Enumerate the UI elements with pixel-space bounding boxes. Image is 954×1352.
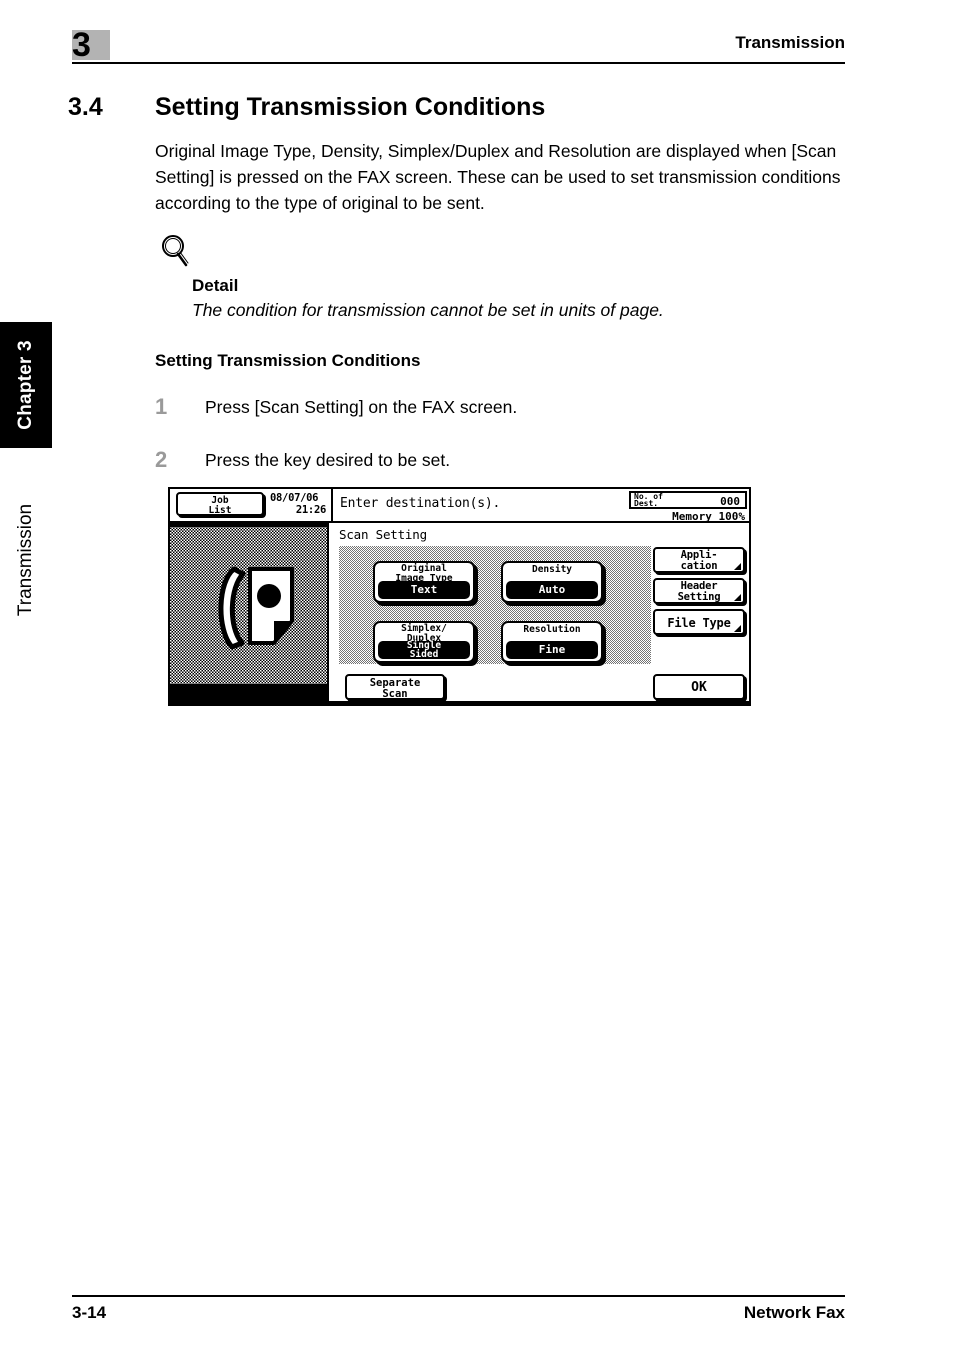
application-button[interactable]: Appli- cation (653, 547, 745, 573)
lcd-prompt-text: Enter destination(s). (340, 496, 501, 511)
step-number: 2 (155, 447, 168, 472)
lcd-date: 08/07/06 (270, 492, 319, 504)
chapter-number: 3 (72, 26, 91, 64)
lcd-preview-panel (170, 523, 329, 704)
chapter-side-caption: Transmission (0, 470, 52, 650)
lcd-time: 21:26 (295, 504, 326, 516)
job-list-label-line2: List (208, 505, 232, 516)
magnifier-icon (160, 234, 190, 268)
density-value: Auto (506, 581, 598, 599)
step-text: Press [Scan Setting] on the FAX screen. (205, 397, 518, 417)
header-rule (72, 62, 845, 64)
job-list-button[interactable]: Job List (176, 492, 264, 516)
resolution-button[interactable]: Resolution Fine (501, 621, 603, 663)
file-type-label: File Type (667, 616, 731, 630)
dest-count-value: 000 (720, 495, 740, 508)
page-number: 3-14 (72, 1303, 107, 1322)
simplex-duplex-value-line2: Sided (409, 649, 439, 660)
submenu-corner-icon (734, 563, 741, 570)
separate-scan-label-line2: Scan (382, 688, 408, 700)
chapter-side-tab: Chapter 3 (0, 322, 52, 448)
original-image-type-value: Text (378, 581, 470, 599)
scan-setting-panel: Scan Setting Original Image Type Text De… (331, 523, 749, 704)
chapter-side-tab-label: Chapter 3 (15, 340, 36, 430)
lcd-panel-figure: Job List 08/07/06 21:26 Enter destinatio… (168, 487, 751, 706)
page-title: Setting Transmission Conditions (155, 93, 546, 121)
document-title: Network Fax (743, 1303, 845, 1322)
scan-setting-title: Scan Setting (339, 527, 427, 542)
procedure-step: 2 Press the key desired to be set. (155, 447, 855, 475)
dest-label-line2: Dest. (634, 499, 659, 508)
fax-machine-icon (204, 563, 300, 655)
memory-status: Memory 100% (672, 510, 745, 523)
step-number: 1 (155, 394, 168, 419)
lcd-status-divider (331, 489, 333, 523)
section-intro-paragraph: Original Image Type, Density, Simplex/Du… (155, 141, 841, 213)
file-type-button[interactable]: File Type (653, 609, 745, 635)
footer-rule (72, 1295, 845, 1297)
detail-note-title: Detail (192, 276, 239, 295)
application-label-line2: cation (680, 560, 718, 572)
step-text: Press the key desired to be set. (205, 450, 451, 470)
procedure-step: 1 Press [Scan Setting] on the FAX screen… (155, 394, 855, 422)
separate-scan-button[interactable]: Separate Scan (345, 674, 445, 700)
density-button[interactable]: Density Auto (501, 561, 603, 603)
section-number: 3.4 (68, 93, 103, 121)
submenu-corner-icon (734, 625, 741, 632)
submenu-corner-icon (734, 594, 741, 601)
lcd-status-bar: Job List 08/07/06 21:26 Enter destinatio… (170, 489, 749, 523)
running-head: Transmission (735, 33, 845, 52)
header-setting-label-line2: Setting (677, 591, 721, 603)
lcd-bottom-bar (170, 701, 749, 704)
header-setting-button[interactable]: Header Setting (653, 578, 745, 604)
preview-top-bar (170, 523, 329, 527)
procedure-heading: Setting Transmission Conditions (155, 351, 421, 370)
ok-button[interactable]: OK (653, 674, 745, 700)
original-image-type-button[interactable]: Original Image Type Text (373, 561, 475, 603)
simplex-duplex-button[interactable]: Simplex/ Duplex Single Sided (373, 621, 475, 663)
detail-note-text: The condition for transmission cannot be… (192, 300, 664, 320)
destination-count-box: No. of Dest. 000 (629, 491, 747, 509)
simplex-duplex-value: Single Sided (378, 641, 470, 659)
chapter-side-caption-label: Transmission (15, 503, 36, 617)
resolution-value: Fine (506, 641, 598, 659)
